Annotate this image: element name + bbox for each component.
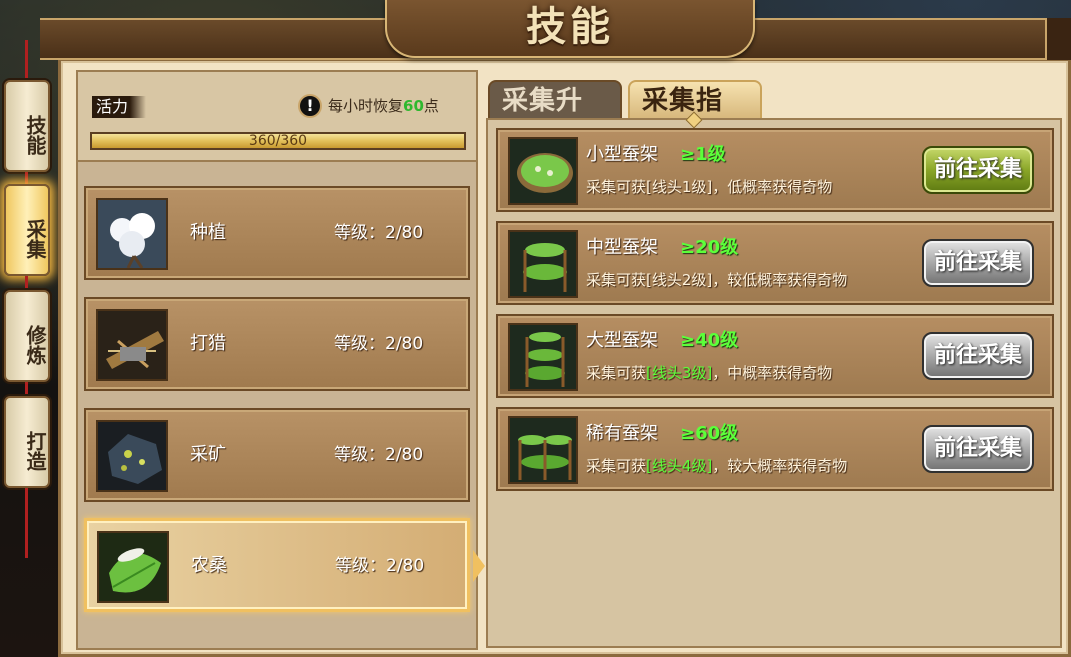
close-button[interactable]	[1045, 18, 1071, 60]
go-gather-button[interactable]: 前往采集	[922, 425, 1034, 473]
hunting-trap-icon	[96, 309, 168, 381]
vitality-bar: 360/360	[90, 132, 466, 150]
recover-value: 60	[403, 97, 424, 115]
side-tab-forge[interactable]: 打造	[4, 396, 50, 488]
desc-prefix: 采集可获	[586, 178, 647, 196]
skill-row-plant[interactable]: 种植 等级：2/80	[84, 186, 470, 280]
skill-row-sericulture[interactable]: 农桑 等级：2/80	[84, 518, 470, 612]
lantern-string	[25, 40, 28, 80]
ore-icon	[96, 420, 168, 492]
desc-item: [线头2级]	[646, 271, 713, 289]
window-title: 技能	[526, 4, 614, 50]
desc-suffix: ，较大概率获得奇物	[712, 457, 848, 475]
lantern-string	[25, 172, 28, 184]
go-gather-button[interactable]: 前往采集	[922, 239, 1034, 287]
silkworm-leaf-icon	[97, 531, 169, 603]
tab-gather-upgrade[interactable]: 采集升级	[488, 80, 622, 154]
side-tab-label: 采集	[23, 219, 47, 259]
selection-arrow-icon	[473, 550, 485, 582]
desc-prefix: 采集可获	[586, 271, 647, 289]
skill-level: 等级：2/80	[335, 556, 425, 576]
guide-level-requirement: ≥1级	[680, 144, 726, 165]
guide-description: 采集可获[线头4级]，较大概率获得奇物	[586, 455, 847, 476]
desc-item: [线头3级]	[646, 364, 713, 382]
guide-row: 稀有蚕架 ≥60级 采集可获[线头4级]，较大概率获得奇物 前往采集	[496, 407, 1054, 491]
large-silk-rack-icon	[508, 323, 578, 391]
skill-level: 等级：2/80	[334, 223, 424, 243]
guide-row: 中型蚕架 ≥20级 采集可获[线头2级]，较低概率获得奇物 前往采集	[496, 221, 1054, 305]
side-tab-gather[interactable]: 采集	[4, 184, 50, 276]
desc-item: [线头1级]	[646, 178, 713, 196]
skill-name: 农桑	[191, 555, 227, 576]
rare-silk-rack-icon	[508, 416, 578, 484]
vitality-recover-text: 每小时恢复60点	[328, 95, 439, 117]
skill-level: 等级：2/80	[334, 334, 424, 354]
vitality-label: 活力	[92, 96, 146, 118]
small-silk-rack-icon	[508, 137, 578, 205]
skill-row-mine[interactable]: 采矿 等级：2/80	[84, 408, 470, 502]
side-tab-label: 修炼	[23, 325, 47, 365]
skill-name: 打猎	[190, 333, 226, 354]
desc-suffix: ，较低概率获得奇物	[712, 271, 848, 289]
desc-prefix: 采集可获	[586, 457, 647, 475]
guide-description: 采集可获[线头2级]，较低概率获得奇物	[586, 269, 847, 290]
guide-title: 大型蚕架	[586, 330, 658, 351]
skill-level: 等级：2/80	[334, 445, 424, 465]
side-tab-skills[interactable]: 技能	[4, 80, 50, 172]
guide-row: 小型蚕架 ≥1级 采集可获[线头1级]，低概率获得奇物 前往采集	[496, 128, 1054, 212]
side-tab-label: 技能	[23, 115, 47, 155]
medium-silk-rack-icon	[508, 230, 578, 298]
guide-description: 采集可获[线头3级]，中概率获得奇物	[586, 362, 832, 383]
guide-title: 小型蚕架	[586, 144, 658, 165]
info-icon[interactable]: !	[298, 94, 322, 118]
guide-row: 大型蚕架 ≥40级 采集可获[线头3级]，中概率获得奇物 前往采集	[496, 314, 1054, 398]
desc-suffix: ，中概率获得奇物	[712, 364, 833, 382]
desc-prefix: 采集可获	[586, 364, 647, 382]
guide-level-requirement: ≥40级	[680, 330, 739, 351]
desc-suffix: ，低概率获得奇物	[712, 178, 833, 196]
lantern-string	[25, 382, 28, 396]
go-gather-button[interactable]: 前往采集	[922, 332, 1034, 380]
lantern-tassel	[25, 488, 28, 558]
guide-title: 稀有蚕架	[586, 423, 658, 444]
guide-title: 中型蚕架	[586, 237, 658, 258]
lantern-string	[25, 276, 28, 290]
desc-item: [线头4级]	[646, 457, 713, 475]
go-gather-button[interactable]: 前往采集	[922, 146, 1034, 194]
recover-prefix: 每小时恢复	[328, 97, 404, 115]
side-tab-label: 打造	[23, 431, 47, 471]
recover-suffix: 点	[423, 97, 439, 115]
guide-description: 采集可获[线头1级]，低概率获得奇物	[586, 176, 832, 197]
side-tab-cultivate[interactable]: 修炼	[4, 290, 50, 382]
cotton-icon	[96, 198, 168, 270]
guide-level-requirement: ≥20级	[680, 237, 739, 258]
skill-name: 种植	[190, 222, 226, 243]
skill-name: 采矿	[190, 444, 226, 465]
guide-level-requirement: ≥60级	[680, 423, 739, 444]
vitality-bar-text: 360/360	[248, 133, 308, 149]
skill-row-hunt[interactable]: 打猎 等级：2/80	[84, 297, 470, 391]
